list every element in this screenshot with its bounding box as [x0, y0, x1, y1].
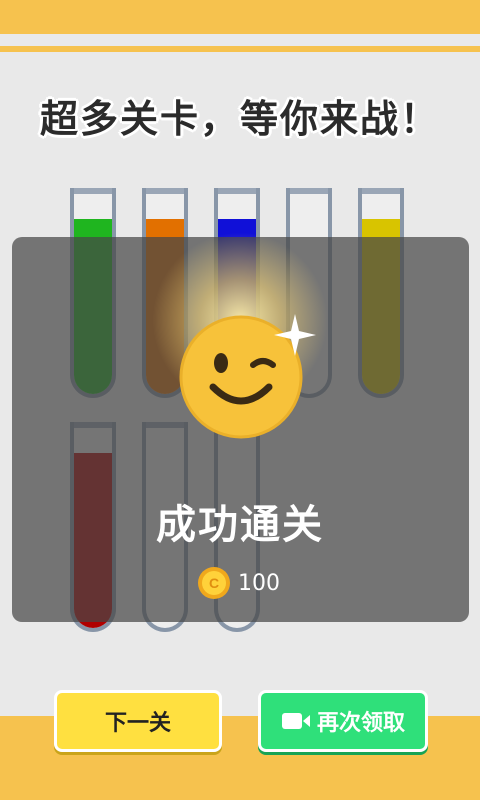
sparkle-icon	[274, 314, 316, 356]
claim-again-label: 再次领取	[316, 711, 405, 736]
next-level-label: 下一关	[104, 711, 171, 736]
top-stripe	[0, 46, 480, 52]
next-level-button[interactable]: 下一关	[54, 690, 222, 752]
slogan-text: 超多关卡，等你来战！	[39, 97, 440, 141]
coin-icon: C	[198, 567, 230, 599]
claim-again-button[interactable]: 再次领取	[258, 690, 428, 752]
svg-text:C: C	[209, 575, 219, 591]
video-camera-icon	[281, 713, 310, 729]
top-banner	[0, 0, 480, 34]
success-title: 成功通关	[156, 502, 324, 548]
coin-count: 100	[238, 571, 280, 596]
